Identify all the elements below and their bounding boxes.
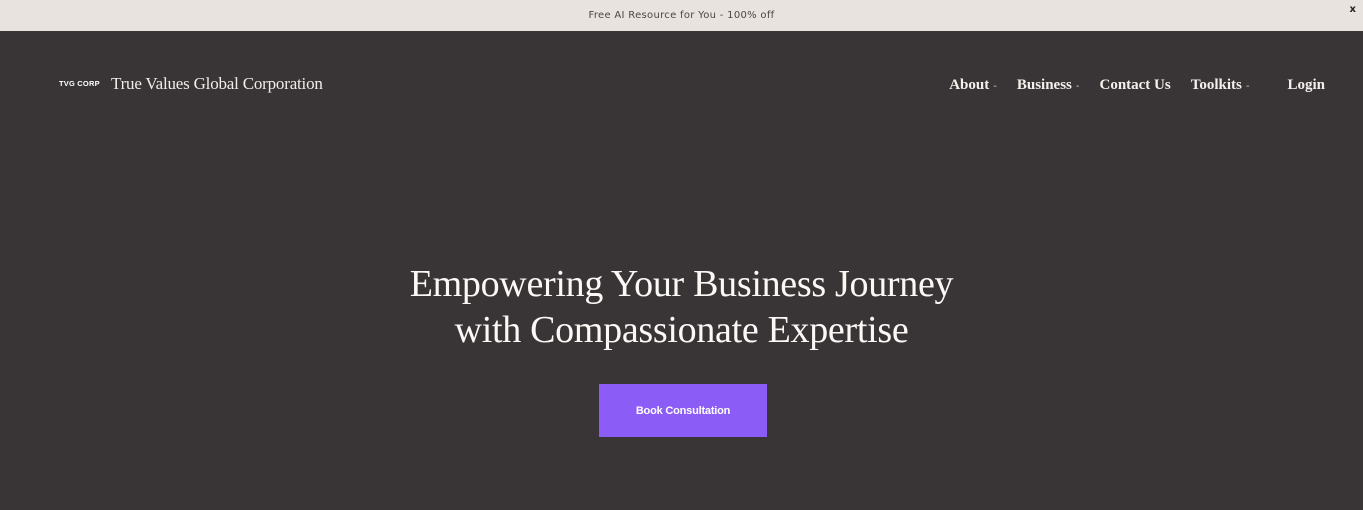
nav-item-about[interactable]: About - [949,77,997,94]
logo-mark-text: TVG CORP [59,79,100,88]
logo-link[interactable]: TVG CORP True Values Global Corporation [58,67,323,101]
nav-item-business[interactable]: Business - [1017,77,1080,94]
hero-title: Empowering Your Business Journey with Co… [0,261,1363,353]
nav-item-label: About [949,77,990,93]
hero-section: Empowering Your Business Journey with Co… [0,261,1363,353]
dropdown-caret-icon: - [1245,81,1250,92]
announcement-text[interactable]: Free AI Resource for You - 100% off [589,10,775,21]
book-consultation-button[interactable]: Book Consultation [599,384,767,437]
login-label: Login [1287,77,1325,93]
nav-item-label: Contact Us [1099,77,1171,93]
dropdown-caret-icon: - [993,81,997,92]
logo-mark: TVG CORP [58,67,102,101]
book-consultation-label: Book Consultation [635,404,731,417]
nav-item-label: Toolkits [1190,77,1242,93]
announcement-bar: Free AI Resource for You - 100% off x [0,0,1363,31]
nav-item-contact-us[interactable]: Contact Us [1099,77,1170,94]
login-link[interactable]: Login [1287,77,1325,94]
main-nav: About - Business - Contact Us Toolkits -… [929,77,1325,94]
nav-item-label: Business [1016,77,1072,93]
nav-item-toolkits[interactable]: Toolkits - [1191,77,1250,94]
dropdown-caret-icon: - [1075,81,1080,92]
site-header: TVG CORP True Values Global Corporation … [0,31,1363,141]
hero-title-line-1: Empowering Your Business Journey [409,263,954,305]
hero-title-line-2: with Compassionate Expertise [454,309,909,351]
company-name: True Values Global Corporation [111,74,323,93]
close-icon[interactable]: x [1350,4,1356,15]
